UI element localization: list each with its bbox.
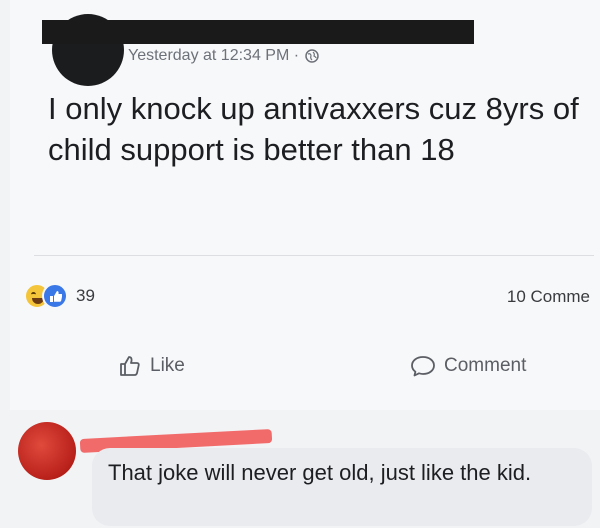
comment-text: That joke will never get old, just like … <box>108 460 532 485</box>
post-actions: Like Comment <box>0 350 600 386</box>
comment-section: That joke will never get old, just like … <box>0 410 600 528</box>
commenter-avatar[interactable] <box>18 422 76 480</box>
like-reaction-icon <box>42 283 68 309</box>
post-body-text: I only knock up antivaxxers cuz 8yrs of … <box>48 91 579 167</box>
post-meta: Yesterday at 12:34 PM · <box>128 47 319 65</box>
thumbs-up-icon <box>118 354 142 378</box>
post-timestamp[interactable]: Yesterday at 12:34 PM · <box>128 47 299 65</box>
like-button[interactable]: Like <box>118 354 185 378</box>
author-name-redaction <box>42 20 474 44</box>
speech-bubble-icon <box>410 354 436 378</box>
like-button-label: Like <box>150 355 185 376</box>
comments-count-link[interactable]: 10 Comme <box>507 287 590 307</box>
reaction-count: 39 <box>76 286 95 305</box>
reactions-summary[interactable]: 39 <box>24 283 95 309</box>
comment-button[interactable]: Comment <box>410 354 526 378</box>
globe-icon <box>305 49 319 63</box>
divider <box>34 255 594 256</box>
comment-button-label: Comment <box>444 355 527 376</box>
